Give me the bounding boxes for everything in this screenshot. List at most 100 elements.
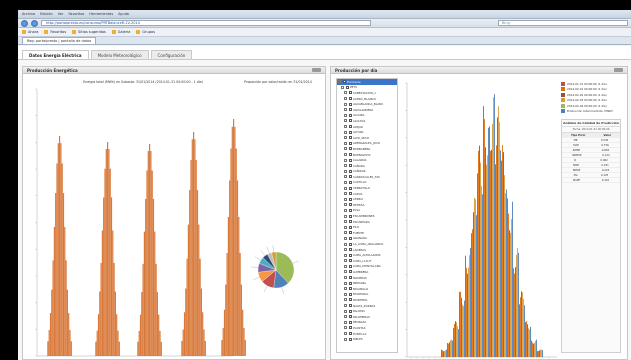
menu-herramientas[interactable]: Herramientas: [89, 12, 113, 16]
tree-checkbox[interactable]: [348, 253, 352, 257]
expand-icon[interactable]: [344, 153, 347, 157]
expand-icon[interactable]: [344, 236, 347, 240]
expand-icon[interactable]: [344, 292, 347, 296]
tree-checkbox[interactable]: [348, 225, 352, 229]
tree-checkbox[interactable]: [348, 153, 352, 157]
expand-icon[interactable]: [344, 326, 347, 330]
tree-checkbox[interactable]: [348, 337, 352, 341]
expand-icon[interactable]: [344, 186, 347, 190]
tree-checkbox[interactable]: [348, 220, 352, 224]
tree-checkbox[interactable]: [348, 320, 352, 324]
expand-icon[interactable]: [344, 264, 347, 268]
tree-checkbox[interactable]: [348, 141, 352, 145]
tree-checkbox[interactable]: [348, 298, 352, 302]
tree-checkbox[interactable]: [348, 169, 352, 173]
tree-checkbox[interactable]: [348, 231, 352, 235]
tree-checkbox[interactable]: [348, 248, 352, 252]
menu-edicion[interactable]: Edición: [40, 12, 53, 16]
tree-checkbox[interactable]: [348, 315, 352, 319]
tree-checkbox[interactable]: [348, 186, 352, 190]
menu-favoritos[interactable]: Favoritos: [68, 12, 84, 16]
expand-icon[interactable]: [344, 231, 347, 235]
tree-checkbox[interactable]: [348, 292, 352, 296]
expand-icon[interactable]: [344, 208, 347, 212]
tree-checkbox[interactable]: [348, 304, 352, 308]
tree-checkbox[interactable]: [348, 192, 352, 196]
tree-checkbox[interactable]: [348, 97, 352, 101]
panel-options-icon[interactable]: [312, 68, 321, 72]
expand-icon[interactable]: [344, 125, 347, 129]
tree-checkbox[interactable]: [348, 270, 352, 274]
expand-icon[interactable]: [344, 141, 347, 145]
search-input[interactable]: Bing: [498, 20, 628, 26]
tree-checkbox[interactable]: [345, 85, 349, 89]
expand-icon[interactable]: [344, 298, 347, 302]
back-icon[interactable]: [21, 19, 28, 27]
browser-tab[interactable]: Reg: portalpresto | pantalla de datos: [22, 37, 97, 44]
tree-checkbox[interactable]: [348, 147, 352, 151]
expand-icon[interactable]: [344, 197, 347, 201]
panel-options-icon[interactable]: [614, 68, 623, 72]
tree-checkbox[interactable]: [348, 214, 352, 218]
tree-checkbox[interactable]: [348, 236, 352, 240]
expand-icon[interactable]: [344, 147, 347, 151]
park-tree[interactable]: Enclosure PETS SUBESTACION_1 ACERO_BLANCO AG…: [336, 78, 398, 353]
expand-icon[interactable]: [344, 203, 347, 207]
tree-checkbox[interactable]: [348, 158, 352, 162]
expand-icon[interactable]: [344, 97, 347, 101]
tree-checkbox[interactable]: [348, 125, 352, 129]
expand-icon[interactable]: [344, 225, 347, 229]
expand-icon[interactable]: [344, 113, 347, 117]
tree-checkbox[interactable]: [348, 108, 352, 112]
tree-checkbox[interactable]: [348, 259, 352, 263]
tab-datos-energia[interactable]: Datos Energía Eléctrica: [22, 50, 89, 59]
fav-item[interactable]: Favoritos: [44, 30, 66, 34]
address-bar[interactable]: http://portalpresto.es/consumo/PRTBalanc…: [41, 20, 371, 26]
tree-checkbox[interactable]: [348, 175, 352, 179]
expand-icon[interactable]: [344, 320, 347, 324]
tree-checkbox[interactable]: [348, 332, 352, 336]
expand-icon[interactable]: [344, 220, 347, 224]
expand-icon[interactable]: [344, 192, 347, 196]
tree-checkbox[interactable]: [348, 326, 352, 330]
expand-icon[interactable]: [344, 214, 347, 218]
expand-icon[interactable]: [344, 276, 347, 280]
fav-item[interactable]: Grupos: [136, 30, 155, 34]
forward-icon[interactable]: [31, 19, 38, 27]
tab-modelo-meteorologico[interactable]: Modelo Meteorológico: [90, 50, 149, 59]
tree-checkbox[interactable]: [348, 102, 352, 106]
expand-icon[interactable]: [344, 304, 347, 308]
tree-checkbox[interactable]: [348, 208, 352, 212]
expand-icon[interactable]: [344, 169, 347, 173]
tree-checkbox[interactable]: [348, 113, 352, 117]
expand-icon[interactable]: [344, 175, 347, 179]
expand-icon[interactable]: [344, 309, 347, 313]
expand-icon[interactable]: [338, 80, 341, 84]
expand-icon[interactable]: [344, 270, 347, 274]
expand-icon[interactable]: [344, 164, 347, 168]
expand-icon[interactable]: [344, 337, 347, 341]
tree-checkbox[interactable]: [348, 242, 352, 246]
expand-icon[interactable]: [344, 287, 347, 291]
tree-checkbox[interactable]: [348, 203, 352, 207]
tree-checkbox[interactable]: [348, 180, 352, 184]
expand-icon[interactable]: [344, 281, 347, 285]
expand-icon[interactable]: [344, 119, 347, 123]
tree-item[interactable]: RIELES: [337, 336, 397, 342]
tree-checkbox[interactable]: [348, 164, 352, 168]
tree-checkbox[interactable]: [348, 130, 352, 134]
tree-checkbox[interactable]: [348, 264, 352, 268]
expand-icon[interactable]: [344, 136, 347, 140]
fav-item[interactable]: Sitios sugeridos: [72, 30, 106, 34]
tree-checkbox[interactable]: [348, 197, 352, 201]
expand-icon[interactable]: [344, 242, 347, 246]
tree-checkbox[interactable]: [348, 281, 352, 285]
expand-icon[interactable]: [344, 248, 347, 252]
tree-checkbox[interactable]: [348, 309, 352, 313]
tab-configuracion[interactable]: Configuración: [150, 50, 193, 59]
tree-checkbox[interactable]: [348, 287, 352, 291]
fav-item[interactable]: Galería: [111, 30, 130, 34]
tree-checkbox[interactable]: [348, 276, 352, 280]
expand-icon[interactable]: [344, 315, 347, 319]
expand-icon[interactable]: [344, 102, 347, 106]
